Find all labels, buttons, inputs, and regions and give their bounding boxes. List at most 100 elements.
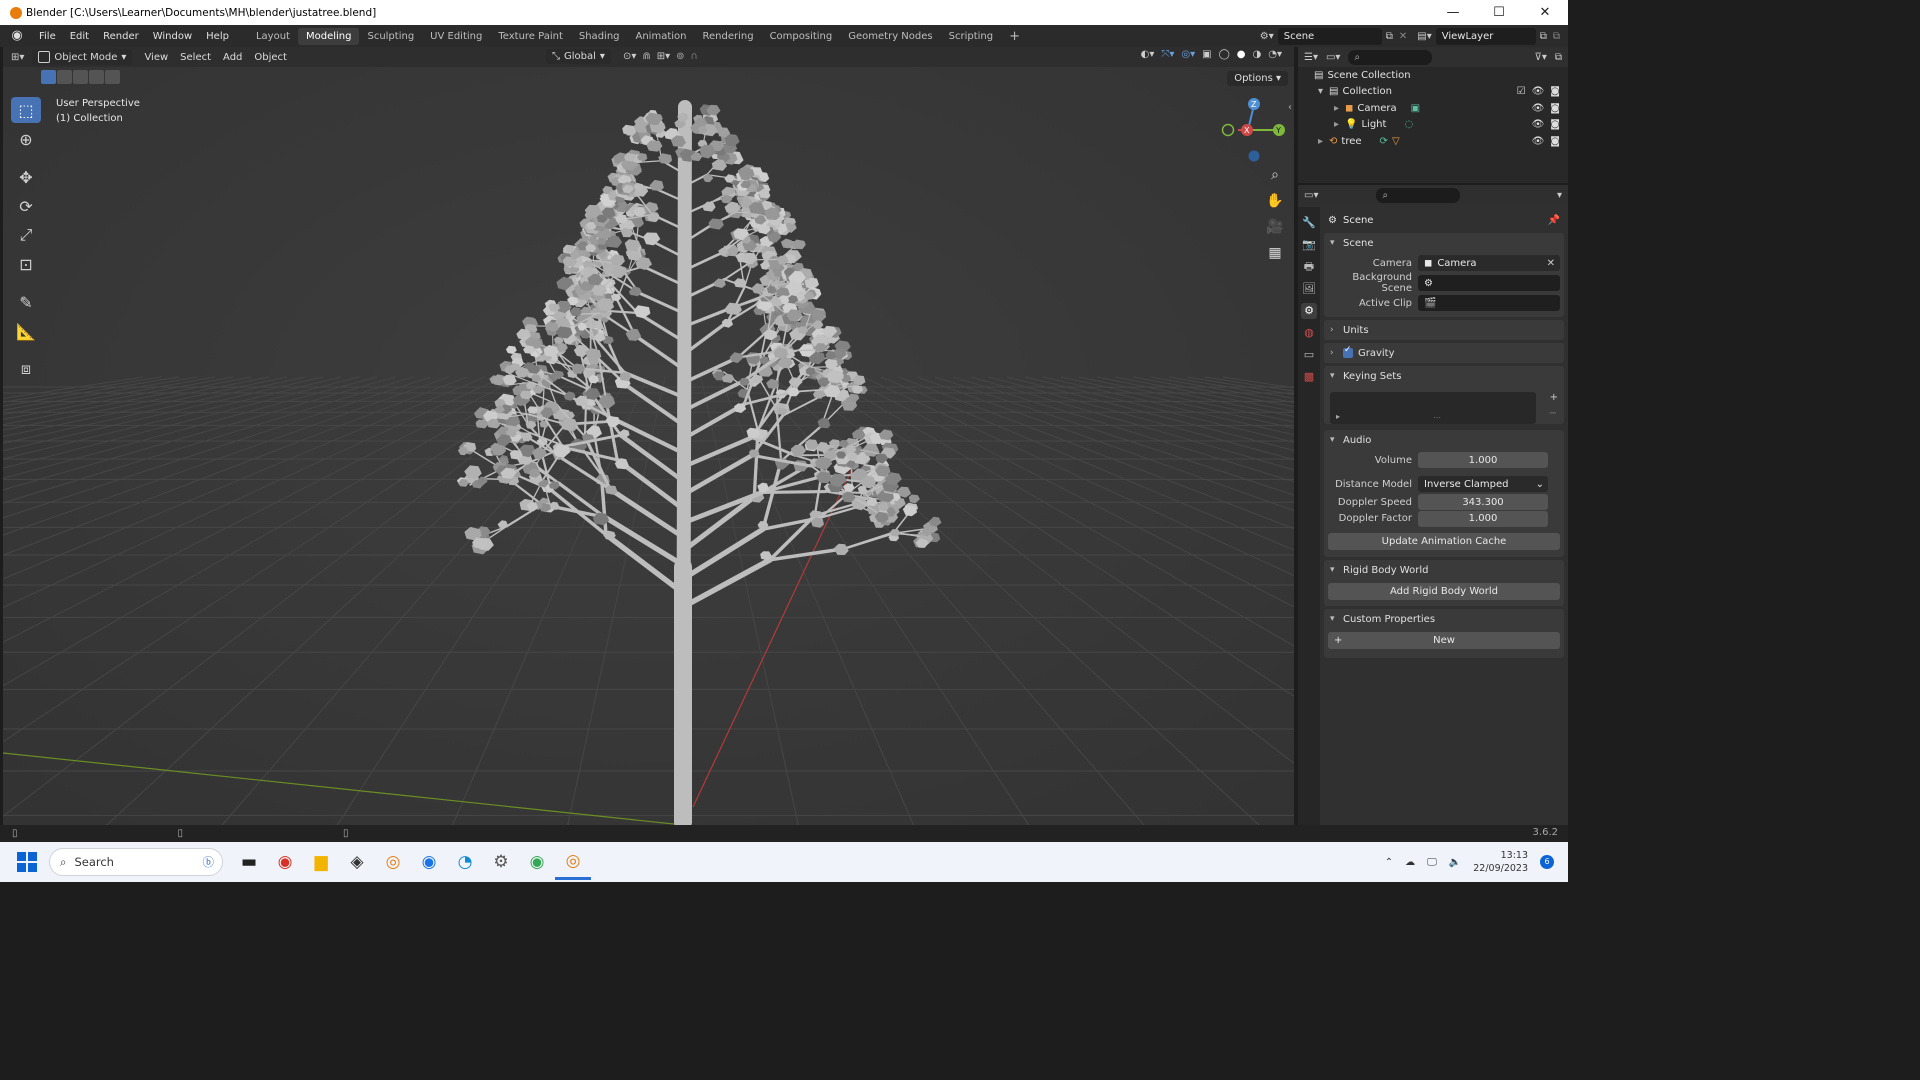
new-property-button[interactable]: + New	[1328, 632, 1560, 649]
rotate-tool-icon[interactable]: ⟳	[11, 193, 41, 219]
background-scene-field[interactable]: ⚙	[1418, 275, 1560, 291]
chrome-second-profile-icon[interactable]: ◉	[519, 844, 555, 880]
falloff-icon[interactable]: ∩	[691, 51, 698, 62]
scene-properties-tab-icon[interactable]: ⚙	[1301, 303, 1317, 319]
remove-keying-set-icon[interactable]: −	[1549, 408, 1557, 419]
menu-file[interactable]: File	[32, 31, 63, 42]
clock[interactable]: 13:13 22/09/2023	[1473, 849, 1528, 875]
chevron-down-icon[interactable]: ▾	[1318, 86, 1323, 97]
move-tool-icon[interactable]: ✥	[11, 164, 41, 190]
gravity-section-header[interactable]: › Gravity	[1324, 343, 1564, 363]
new-collection-icon[interactable]: ⧉	[1555, 52, 1562, 63]
transform-orientation-dropdown[interactable]: ⤡ Global ▾	[546, 49, 611, 64]
tab-layout[interactable]: Layout	[248, 28, 298, 45]
tree-row-camera[interactable]: ▸ ◼ Camera ▣ 👁 ◙	[1298, 100, 1568, 117]
menu-add[interactable]: Add	[217, 52, 248, 63]
menu-help[interactable]: Help	[199, 31, 236, 42]
keying-sets-section-header[interactable]: ▾ Keying Sets	[1324, 366, 1564, 386]
menu-view[interactable]: View	[138, 52, 174, 63]
outliner-search-input[interactable]: ⌕	[1348, 49, 1433, 65]
tab-sculpting[interactable]: Sculpting	[359, 28, 422, 45]
overlay-toggle-icon[interactable]: ◎▾	[1181, 49, 1195, 60]
world-properties-tab-icon[interactable]: ◍	[1301, 325, 1317, 341]
scene-selector-icon[interactable]: ⚙▾	[1256, 31, 1278, 42]
scale-tool-icon[interactable]: ⤢	[11, 222, 41, 248]
snap-icon[interactable]: ⋒	[642, 51, 650, 62]
mode-dropdown[interactable]: Object Mode ▾	[32, 49, 133, 65]
viewlayer-name-field[interactable]: ViewLayer	[1435, 27, 1536, 45]
tree-row-light[interactable]: ▸ 💡 Light ◌ 👁 ◙	[1298, 117, 1568, 134]
scene-section-header[interactable]: ▾ Scene	[1324, 233, 1564, 253]
rendered-shading-icon[interactable]: ◔▾	[1268, 49, 1282, 60]
add-rigid-body-world-button[interactable]: Add Rigid Body World	[1328, 583, 1560, 600]
eye-icon[interactable]: 👁	[1532, 86, 1545, 97]
proportional-edit-icon[interactable]: ⊚	[676, 51, 684, 62]
eye-icon[interactable]: 👁	[1532, 103, 1545, 114]
gizmo-toggle-icon[interactable]: ⤧▾	[1161, 49, 1174, 60]
viewlayer-selector-icon[interactable]: ▤▾	[1413, 31, 1435, 42]
rigid-body-world-header[interactable]: ▾ Rigid Body World	[1324, 560, 1564, 580]
minimize-button[interactable]: —	[1430, 0, 1476, 25]
unity-icon[interactable]: ◈	[339, 844, 375, 880]
tab-texture-paint[interactable]: Texture Paint	[490, 28, 571, 45]
blender-app-icon[interactable]: ◎	[375, 844, 411, 880]
keying-sets-list[interactable]: ▸ ⋯	[1330, 392, 1536, 424]
output-properties-tab-icon[interactable]: 🖶	[1301, 259, 1317, 275]
units-section-header[interactable]: › Units	[1324, 320, 1564, 340]
doppler-speed-field[interactable]: 343.300	[1418, 494, 1548, 510]
select-difference-icon[interactable]	[89, 70, 104, 84]
chevron-up-icon[interactable]: ⌃	[1385, 857, 1393, 868]
transform-tool-icon[interactable]: ⊡	[11, 251, 41, 277]
expand-icon[interactable]: ▸	[1336, 412, 1340, 421]
chevron-right-icon[interactable]: ▸	[1334, 103, 1339, 114]
delete-viewlayer-icon[interactable]: ⧉	[1551, 31, 1568, 42]
menu-select[interactable]: Select	[174, 52, 217, 63]
properties-search-input[interactable]: ⌕	[1376, 187, 1461, 203]
close-button[interactable]: ✕	[1522, 0, 1568, 25]
texture-properties-tab-icon[interactable]: ▩	[1301, 369, 1317, 385]
menu-object[interactable]: Object	[248, 52, 293, 63]
camera-field[interactable]: ◼ Camera ✕	[1418, 255, 1560, 271]
pin-icon[interactable]: 📌	[1548, 215, 1560, 226]
wireframe-shading-icon[interactable]: ◯	[1219, 49, 1230, 60]
gizmo-neg-z[interactable]	[1248, 150, 1260, 162]
custom-properties-header[interactable]: ▾ Custom Properties	[1324, 609, 1564, 629]
annotate-tool-icon[interactable]: ✎	[11, 289, 41, 315]
editor-type-icon[interactable]: ⊞▾	[3, 52, 32, 63]
tree-row-collection[interactable]: ▾ ▤ Collection ☑ 👁 ◙	[1298, 84, 1568, 101]
taskbar-search-input[interactable]: ⌕ Search ⓑ	[49, 848, 223, 876]
select-intersect-icon[interactable]	[105, 70, 120, 84]
audio-section-header[interactable]: ▾ Audio	[1324, 430, 1564, 450]
volume-field[interactable]: 1.000	[1418, 452, 1548, 468]
resize-handle-icon[interactable]: ⋯	[1433, 413, 1441, 422]
xray-icon[interactable]: ▣	[1202, 49, 1211, 60]
options-dropdown[interactable]: Options ▾	[1227, 71, 1288, 86]
camera-render-icon[interactable]: ◙	[1550, 86, 1560, 97]
zoom-icon[interactable]: ⌕	[1264, 167, 1286, 185]
maximize-button[interactable]: ☐	[1476, 0, 1522, 25]
camera-view-icon[interactable]: 🎥	[1264, 219, 1286, 237]
chevron-right-icon[interactable]: ▸	[1318, 136, 1323, 147]
measure-tool-icon[interactable]: 📐	[11, 318, 41, 344]
select-subtract-icon[interactable]	[73, 70, 88, 84]
settings-icon[interactable]: ⚙	[483, 844, 519, 880]
chrome-icon[interactable]: ◉	[267, 844, 303, 880]
gravity-checkbox[interactable]	[1343, 345, 1353, 358]
task-view-icon[interactable]: ▬	[231, 844, 267, 880]
navigation-gizmo[interactable]: Z Y X	[1216, 95, 1286, 165]
menu-edit[interactable]: Edit	[63, 31, 96, 42]
tab-rendering[interactable]: Rendering	[694, 28, 761, 45]
solid-shading-icon[interactable]: ●	[1237, 49, 1246, 60]
blender-menu-icon[interactable]: ◉	[10, 29, 24, 43]
checkbox-icon[interactable]: ☑	[1517, 86, 1526, 97]
volume-icon[interactable]: 🔈	[1449, 857, 1461, 868]
add-cube-tool-icon[interactable]: ⧈	[11, 356, 41, 382]
select-new-icon[interactable]	[41, 70, 56, 84]
cursor-tool-icon[interactable]: ⊕	[11, 126, 41, 152]
doppler-factor-field[interactable]: 1.000	[1418, 510, 1548, 527]
tree-row-scene-collection[interactable]: ▤ Scene Collection	[1298, 67, 1568, 84]
visibility-icon[interactable]: ◐▾	[1141, 49, 1155, 60]
tab-shading[interactable]: Shading	[571, 28, 628, 45]
collection-properties-tab-icon[interactable]: ▭	[1301, 347, 1317, 363]
menu-window[interactable]: Window	[146, 31, 199, 42]
